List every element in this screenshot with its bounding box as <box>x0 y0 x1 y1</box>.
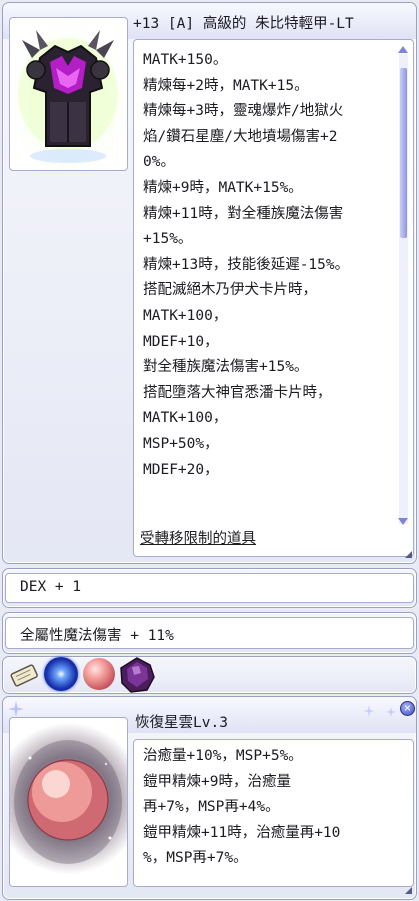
description-line: +15%。 <box>143 231 193 248</box>
description-line: %，MSP再+7%。 <box>143 850 248 867</box>
description-line: 對全種族魔法傷害+15%。 <box>143 359 309 376</box>
description-line: 0%。 <box>143 154 175 171</box>
dark-purple-gem-icon[interactable] <box>119 657 155 693</box>
description-line: MATK+100， <box>143 308 228 324</box>
sparkle-decor-icon <box>363 705 396 717</box>
scroll-up-arrow[interactable] <box>398 46 408 53</box>
pink-orb-icon[interactable] <box>83 658 115 690</box>
description-line: 鎧甲精煉+11時，治癒量再+10 <box>143 824 341 841</box>
description-line: 治癒量+10%，MSP+5%。 <box>143 748 303 764</box>
random-option-2: 全屬性魔法傷害 + 11% <box>20 628 174 644</box>
description-line: 鎧甲精煉+9時，治癒量 <box>143 773 291 790</box>
card-image-frame <box>9 717 128 887</box>
description-line: 精煉+13時，技能後延遲-15%。 <box>143 256 350 273</box>
card-window: × 恢復星雲Lv.3 治癒量+10%，MSP+5%。 鎧甲精煉+9時，治癒量 再+7… <box>2 696 417 900</box>
description-line: MATK+150。 <box>143 52 228 68</box>
scroll-down-arrow[interactable] <box>398 518 408 525</box>
random-option-2-panel: 全屬性魔法傷害 + 11% <box>2 612 417 654</box>
description-line: 精煉每+3時，靈魂爆炸/地獄火 <box>143 103 344 120</box>
purple-spiked-armor-icon <box>18 30 118 163</box>
description-line: 搭配滅絕木乃伊犬卡片時， <box>143 282 317 299</box>
description-line: 精煉+11時，對全種族魔法傷害 <box>143 205 344 222</box>
description-line: MSP+50%， <box>143 436 219 452</box>
item-description-box: MATK+150。精煉每+2時，MATK+15。精煉每+3時，靈魂爆炸/地獄火焰… <box>133 39 414 557</box>
description-line: 搭配墮落大神官悉潘卡片時， <box>143 384 332 401</box>
item-scrollbar[interactable] <box>399 54 408 524</box>
item-scrollbar-thumb[interactable] <box>400 68 407 238</box>
pink-nebula-orb-icon <box>14 740 122 864</box>
close-button[interactable]: × <box>400 701 415 716</box>
item-image-frame <box>9 17 128 171</box>
description-line: MDEF+20， <box>143 461 219 478</box>
description-line: 再+7%，MSP再+4%。 <box>143 799 280 816</box>
card-description-box: 治癒量+10%，MSP+5%。 鎧甲精煉+9時，治癒量 再+7%，MSP再+4%。鎧… <box>133 739 414 887</box>
description-line: 精煉每+2時，MATK+15。 <box>143 77 309 94</box>
random-option-1-box: DEX + 1 <box>5 573 414 603</box>
trade-restriction-label: 受轉移限制的道具 <box>140 531 256 547</box>
sparkle-icon <box>8 701 24 717</box>
item-window-resize-handle[interactable] <box>405 551 412 558</box>
description-line: MDEF+10， <box>143 333 219 350</box>
card-title: 恢復星雲Lv.3 <box>135 715 228 731</box>
random-option-1-panel: DEX + 1 <box>2 568 417 608</box>
random-option-1: DEX + 1 <box>20 579 82 595</box>
description-line: 精煉+9時，MATK+15%。 <box>143 180 303 196</box>
description-line: MATK+100， <box>143 410 228 427</box>
card-window-resize-handle[interactable] <box>405 887 412 894</box>
blue-star-orb-icon[interactable] <box>44 657 78 691</box>
random-option-2-box: 全屬性魔法傷害 + 11% <box>5 617 414 649</box>
description-line: 焰/鑽石星塵/大地墳場傷害+2 <box>143 128 338 145</box>
enchant-scroll-icon[interactable] <box>9 661 39 689</box>
card-slots-bar <box>2 656 417 694</box>
item-title: +13 [A] 高級的 朱比特輕甲-LT <box>133 16 354 32</box>
item-window: +13 [A] 高級的 朱比特輕甲-LT MATK+150。精煉每+2時，MAT… <box>2 2 417 564</box>
